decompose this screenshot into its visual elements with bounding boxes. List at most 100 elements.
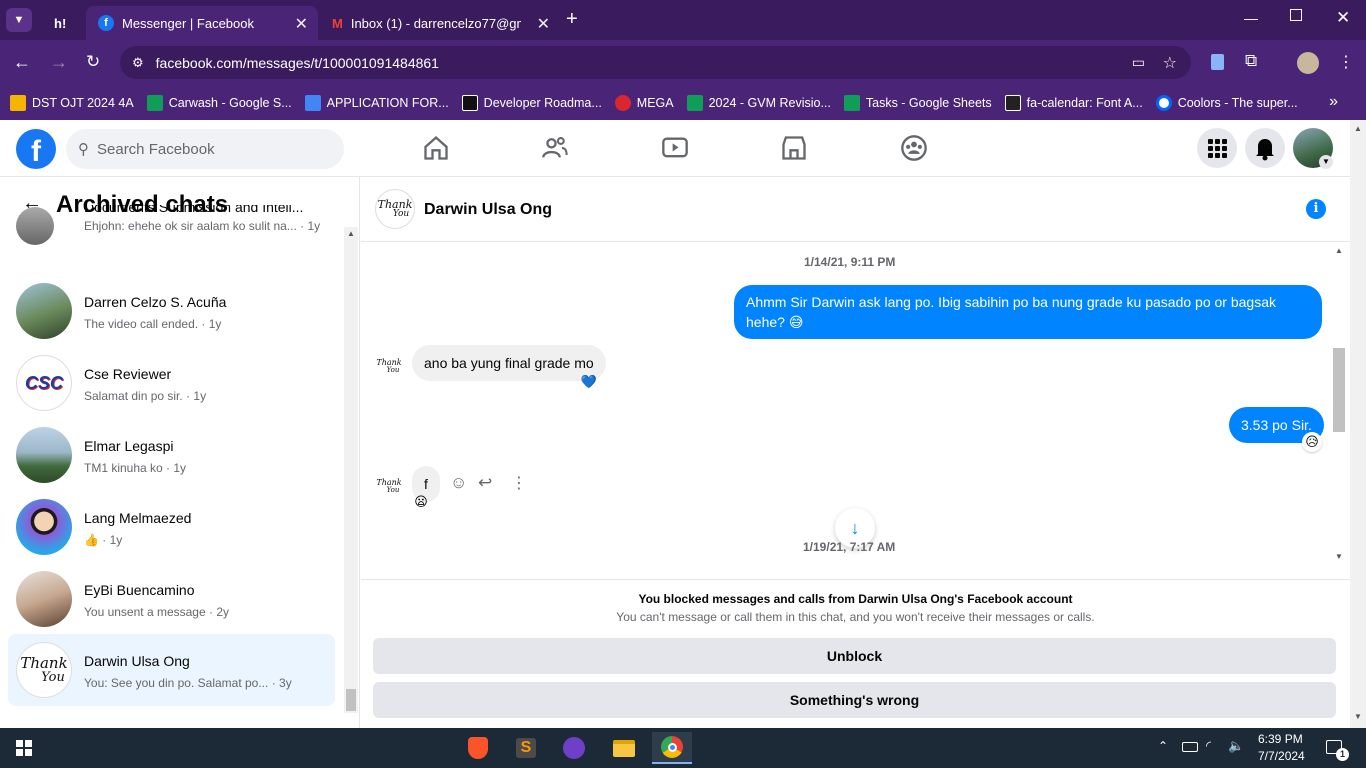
blocked-subtitle: You can't message or call them in this c… <box>616 610 1095 624</box>
more-options-icon[interactable]: ⋮ <box>511 473 527 493</box>
info-icon[interactable]: i <box>1306 199 1326 219</box>
windows-taskbar: S ⌃ ◜ 🔈 6:39 PM 7/7/2024 1 <box>0 728 1366 768</box>
avatar-text: You <box>386 485 400 494</box>
clock-time[interactable]: 6:39 PM <box>1258 732 1303 746</box>
chrome-browser-icon[interactable] <box>652 732 692 764</box>
battery-icon[interactable] <box>1182 742 1198 752</box>
tab-hi[interactable]: h! <box>42 6 82 40</box>
chat-name: Lang Melmaezed <box>84 510 192 526</box>
wifi-icon[interactable]: ◜ <box>1206 738 1211 754</box>
outgoing-message[interactable]: Ahmm Sir Darwin ask lang po. Ibig sabihi… <box>734 285 1322 339</box>
arrow-down-icon: ↓ <box>850 518 860 538</box>
volume-icon[interactable]: 🔈 <box>1228 738 1244 754</box>
bookmark-star-icon[interactable]: ☆ <box>1163 53 1177 73</box>
install-app-icon[interactable]: ▭ <box>1132 54 1145 71</box>
react-smiley-icon[interactable]: ☺ <box>450 473 467 493</box>
close-window-icon[interactable]: ✕ <box>1336 8 1350 28</box>
search-box[interactable]: ⚲ Search Facebook <box>66 129 344 169</box>
bookmark-label: Coolors - The super... <box>1177 96 1298 110</box>
bookmark-item[interactable]: fa-calendar: Font A... <box>1004 95 1143 111</box>
chat-list-item[interactable]: EyBi Buencamino You unsent a message · 2… <box>8 563 335 635</box>
close-tab-icon[interactable]: ✕ <box>537 14 550 34</box>
contact-avatar[interactable]: Thank You <box>375 189 415 229</box>
something-wrong-button[interactable]: Something's wrong <box>373 682 1336 718</box>
bookmark-item[interactable]: Developer Roadma... <box>461 95 602 111</box>
incoming-message[interactable]: ano ba yung final grade mo <box>412 345 606 381</box>
thread-scrollbar[interactable]: ▲ ▼ <box>1331 242 1347 566</box>
folder-icon <box>10 95 26 111</box>
site-info-icon[interactable]: ⚙ <box>132 55 144 71</box>
sidebar-scrollbar[interactable]: ▲ <box>344 227 358 713</box>
chat-list-item[interactable]: CSC Cse Reviewer Salamat din po sir. · 1… <box>8 347 335 419</box>
chat-list-item[interactable]: Elmar Legaspi TM1 kinuha ko · 1y <box>8 419 335 491</box>
marketplace-icon[interactable] <box>780 134 808 162</box>
bookmark-item[interactable]: DST OJT 2024 4A <box>10 95 134 111</box>
bookmark-item[interactable]: MEGA <box>614 95 674 111</box>
menu-grid-button[interactable] <box>1197 128 1237 168</box>
extension-icon[interactable] <box>1211 54 1224 70</box>
windows-start-icon[interactable] <box>16 740 32 756</box>
reaction-sad[interactable]: 😥 <box>1302 432 1322 452</box>
scroll-down-arrow-icon[interactable]: ▼ <box>1335 552 1343 561</box>
brave-browser-icon[interactable] <box>458 732 498 764</box>
more-bookmarks-chevron-icon[interactable]: » <box>1329 93 1338 111</box>
tab-hi-label: h! <box>54 15 67 31</box>
chat-list-item[interactable]: Darren Celzo S. Acuña The video call end… <box>8 275 335 347</box>
message-timestamp: 1/19/21, 7:17 AM <box>803 540 896 554</box>
scroll-up-arrow-icon[interactable]: ▲ <box>1354 124 1362 133</box>
extensions-puzzle-icon[interactable]: ⧉ <box>1245 51 1257 71</box>
tab-search-button[interactable]: ▼ <box>6 8 32 32</box>
scroll-up-arrow-icon[interactable]: ▲ <box>347 229 355 238</box>
bookmark-item[interactable]: APPLICATION FOR... <box>304 95 449 111</box>
chat-list-item[interactable]: Thank You Darwin Ulsa Ong You: See you d… <box>8 634 335 706</box>
close-tab-icon[interactable]: ✕ <box>295 14 308 34</box>
scroll-down-arrow-icon[interactable]: ▼ <box>1354 712 1362 721</box>
clock-date[interactable]: 7/7/2024 <box>1258 749 1305 763</box>
forward-arrow-icon[interactable]: → <box>50 52 68 73</box>
reaction-heart[interactable]: 💙 <box>579 372 599 392</box>
github-desktop-icon[interactable] <box>554 732 594 764</box>
scrollbar-thumb[interactable] <box>1333 348 1345 432</box>
reaction-frown[interactable]: 😦 <box>411 492 431 512</box>
tab-messenger[interactable]: f Messenger | Facebook ✕ <box>86 6 318 40</box>
restore-window-icon[interactable] <box>1290 9 1302 21</box>
minimize-window-icon[interactable]: — <box>1244 10 1258 26</box>
back-arrow-icon[interactable]: ← <box>13 52 31 73</box>
chat-list-item[interactable]: Documents Submission and Intell... Ehjoh… <box>8 205 335 269</box>
bookmarks-bar: DST OJT 2024 4A Carwash - Google S... AP… <box>0 86 1366 120</box>
contact-name[interactable]: Darwin Ulsa Ong <box>424 201 552 219</box>
file-explorer-icon[interactable] <box>604 732 644 764</box>
scroll-up-arrow-icon[interactable]: ▲ <box>1335 246 1343 255</box>
facebook-logo-icon[interactable]: f <box>16 129 56 169</box>
facebook-favicon-icon: f <box>98 15 114 31</box>
show-hidden-icons-chevron-icon[interactable]: ⌃ <box>1158 739 1168 753</box>
csc-logo-icon: CSC <box>24 372 63 393</box>
bookmark-item[interactable]: 2024 - GVM Revisio... <box>686 95 831 111</box>
address-bar[interactable]: ⚙ facebook.com/messages/t/10000109148486… <box>120 46 1191 79</box>
reload-icon[interactable]: ↻ <box>86 52 100 72</box>
profile-avatar[interactable] <box>1297 52 1319 74</box>
bookmark-item[interactable]: Tasks - Google Sheets <box>843 95 992 111</box>
unblock-button[interactable]: Unblock <box>373 638 1336 674</box>
new-tab-plus-icon[interactable]: + <box>566 8 578 31</box>
scrollbar-thumb[interactable] <box>346 689 356 711</box>
browser-tab-strip: ▼ h! f Messenger | Facebook ✕ M Inbox (1… <box>0 0 1366 40</box>
page-scrollbar[interactable]: ▲ ▼ <box>1350 120 1366 728</box>
bell-icon <box>1256 139 1274 161</box>
sublime-text-icon[interactable]: S <box>506 732 546 764</box>
home-icon[interactable] <box>422 134 450 162</box>
bookmark-item[interactable]: Carwash - Google S... <box>146 95 292 111</box>
notifications-button[interactable] <box>1245 128 1285 168</box>
chrome-menu-icon[interactable]: ⋮ <box>1338 52 1354 72</box>
friends-icon[interactable] <box>541 134 569 162</box>
chat-name: Darren Celzo S. Acuña <box>84 294 227 310</box>
watch-video-icon[interactable] <box>661 134 689 162</box>
account-chevron-down-icon[interactable]: ▼ <box>1319 155 1333 169</box>
chat-time: · 1y <box>186 389 207 403</box>
chat-list-item[interactable]: Lang Melmaezed 👍 · 1y <box>8 491 335 563</box>
bookmark-item[interactable]: Coolors - The super... <box>1155 95 1298 111</box>
groups-icon[interactable] <box>900 134 928 162</box>
reply-arrow-icon[interactable]: ↩ <box>478 473 492 493</box>
avatar-text: You <box>386 365 400 374</box>
tab-gmail[interactable]: M Inbox (1) - darrencelzo77@gma ✕ <box>320 6 560 40</box>
